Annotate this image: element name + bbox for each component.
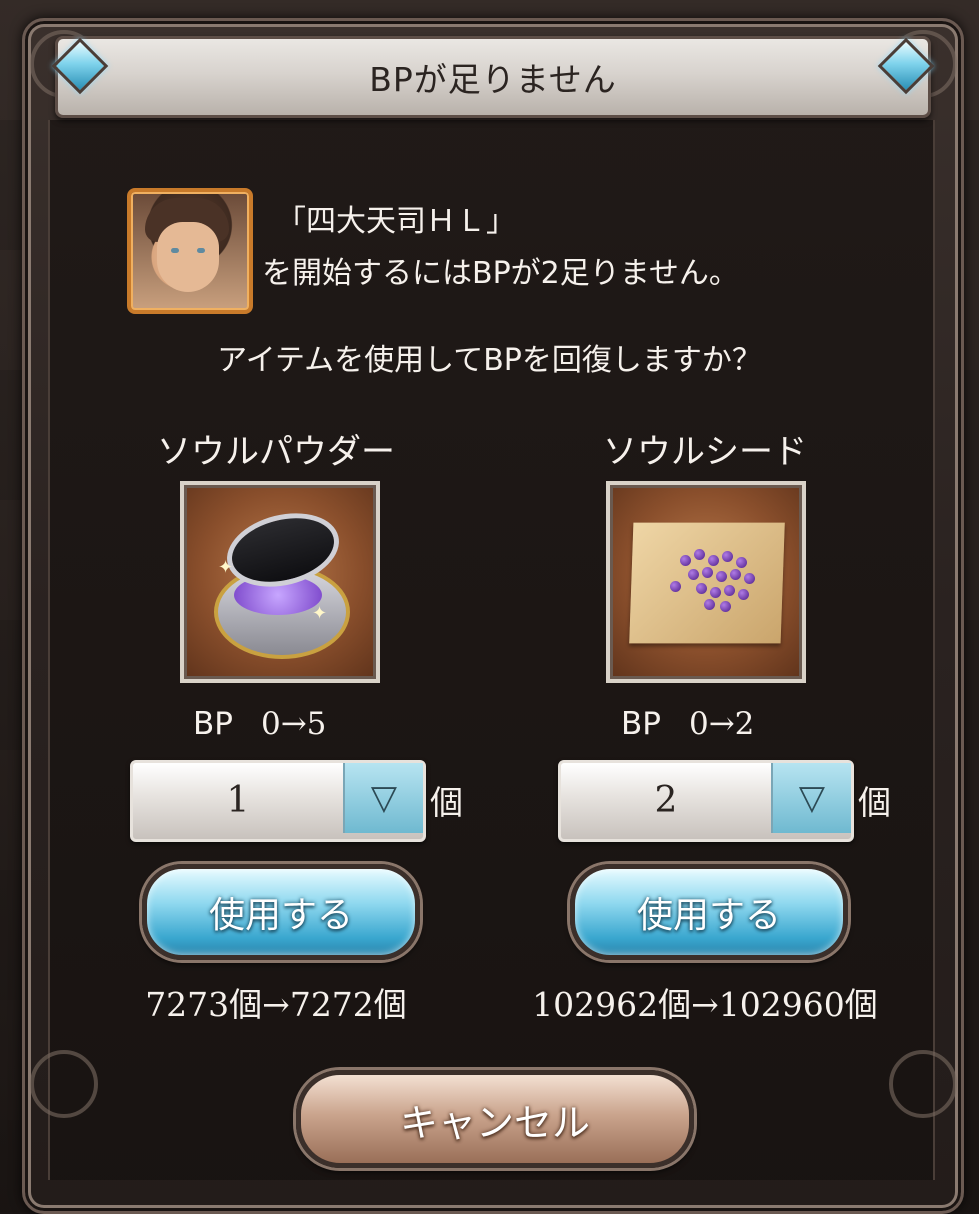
seed-dot: [722, 551, 733, 562]
quantity-unit: 個: [858, 783, 891, 822]
bp-change-value: 0→2: [688, 706, 755, 742]
seed-dot: [702, 567, 713, 578]
seed-dot: [736, 557, 747, 568]
quantity-value: 2: [654, 780, 678, 821]
seed-dot: [694, 549, 705, 560]
quantity-select-soul-powder[interactable]: 1 ▽: [130, 760, 426, 842]
portrait-face: [157, 222, 219, 292]
sparkle-icon: ✦: [312, 603, 328, 624]
bp-change-soul-seed: BP 0→2: [621, 706, 754, 742]
bp-change-value: 0→5: [260, 706, 327, 742]
soul-powder-count-change: 7273個→7272個: [145, 985, 407, 1024]
portrait-eye: [171, 248, 179, 253]
portrait-eye: [197, 248, 205, 253]
seed-dot: [696, 583, 707, 594]
soul-seed-icon: [606, 481, 806, 683]
seed-dot: [744, 573, 755, 584]
soul-powder-icon: ✦ ✦: [180, 481, 380, 683]
seed-dot: [708, 555, 719, 566]
seed-dot: [688, 569, 699, 580]
corner-ornament: [30, 1050, 98, 1118]
seed-dot: [724, 585, 735, 596]
item-name-soul-seed: ソウルシード: [603, 432, 807, 472]
cancel-button[interactable]: キャンセル: [296, 1070, 694, 1168]
seed-dot: [716, 571, 727, 582]
cancel-button-label: キャンセル: [399, 1100, 590, 1145]
seed-dot: [680, 555, 691, 566]
bp-shortage-message: を開始するにはBPが2足りません。: [262, 256, 739, 291]
quest-portrait-avatar: [127, 188, 253, 314]
bp-label: BP: [621, 706, 661, 742]
quantity-select-soul-seed[interactable]: 2 ▽: [558, 760, 854, 842]
dialog-title-bar: BPが足りません: [55, 36, 931, 118]
corner-ornament: [889, 1050, 957, 1118]
bp-label: BP: [193, 706, 233, 742]
quantity-unit: 個: [430, 783, 463, 822]
use-button-label: 使用する: [208, 895, 353, 936]
seed-dot: [720, 601, 731, 612]
quest-name-text: 「四大天司ＨＬ」: [276, 204, 516, 239]
seed-cloth: [629, 522, 785, 644]
sparkle-icon: ✦: [218, 557, 234, 578]
bp-change-soul-powder: BP 0→5: [193, 706, 326, 742]
dropdown-arrow-icon[interactable]: ▽: [343, 763, 423, 833]
soul-seed-count-change: 102962個→102960個: [532, 985, 878, 1024]
use-soul-seed-button[interactable]: 使用する: [570, 864, 848, 960]
seed-dot: [670, 581, 681, 592]
seed-dot: [710, 587, 721, 598]
seed-dot: [738, 589, 749, 600]
use-soul-powder-button[interactable]: 使用する: [142, 864, 420, 960]
dialog-title: BPが足りません: [369, 60, 617, 99]
quantity-value: 1: [226, 780, 250, 821]
seed-dot: [704, 599, 715, 610]
recover-question: アイテムを使用してBPを回復しますか？: [217, 343, 762, 378]
seed-dot: [730, 569, 741, 580]
use-button-label: 使用する: [636, 895, 781, 936]
item-name-soul-powder: ソウルパウダー: [157, 432, 395, 472]
dropdown-arrow-icon[interactable]: ▽: [771, 763, 851, 833]
